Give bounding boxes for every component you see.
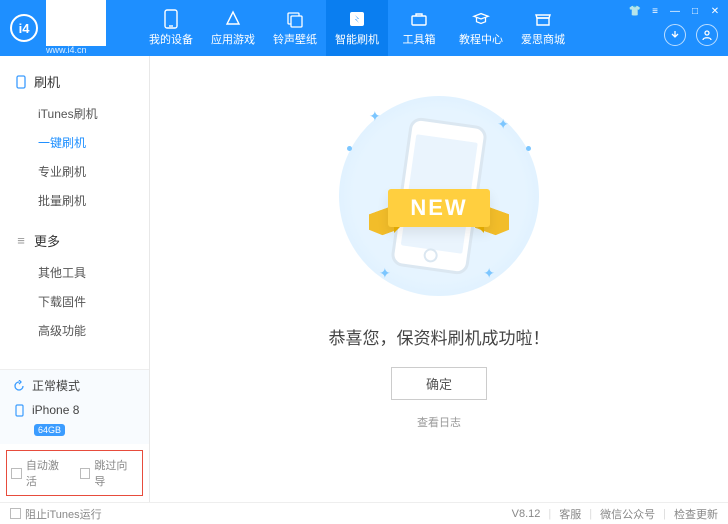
success-message: 恭喜您，保资料刷机成功啦！ [329,324,550,349]
sidebar-item-other-tools[interactable]: 其他工具 [0,258,149,287]
sidebar-cat-flash: 刷机 [0,66,149,97]
nav-my-device[interactable]: 我的设备 [140,0,202,56]
sparkle-icon: ✦ [483,265,495,282]
sidebar-item-advanced[interactable]: 高级功能 [0,316,149,345]
device-icon [162,10,180,28]
device-name-row[interactable]: iPhone 8 [0,401,149,424]
nav-tutorial[interactable]: 教程中心 [450,0,512,56]
checkbox-icon [11,468,22,479]
sidebar-item-itunes-flash[interactable]: iTunes刷机 [0,99,149,128]
storage-badge: 64GB [34,424,65,436]
sidebar-cat-more: ≡ 更多 [0,225,149,256]
phone-icon [14,75,28,89]
window-controls: 👕 ≡ — □ ✕ [628,4,722,18]
titlebar: i4 爱思助手 www.i4.cn 我的设备 应用游戏 铃声壁纸 智能刷机 工具… [0,0,728,56]
apps-icon [224,10,242,28]
nav-smart-flash[interactable]: 智能刷机 [326,0,388,56]
sidebar-item-pro-flash[interactable]: 专业刷机 [0,157,149,186]
skip-guide-checkbox[interactable]: 跳过向导 [80,457,139,489]
tshirt-icon[interactable]: 👕 [628,4,642,18]
sparkle-icon: ✦ [497,116,509,133]
service-link[interactable]: 客服 [559,506,581,522]
device-name-label: iPhone 8 [32,403,79,417]
account-icons [664,24,718,46]
more-icon: ≡ [14,234,28,248]
nav-ringtones[interactable]: 铃声壁纸 [264,0,326,56]
device-mode-row[interactable]: 正常模式 [0,370,149,401]
body: 刷机 iTunes刷机 一键刷机 专业刷机 批量刷机 ≡ 更多 其他工具 下载固… [0,56,728,502]
device-small-icon [12,403,26,417]
sparkle-icon: ✦ [379,265,391,282]
checkbox-icon [80,468,91,479]
refresh-icon [12,379,26,393]
tutorial-icon [472,10,490,28]
sidebar-item-oneclick-flash[interactable]: 一键刷机 [0,128,149,157]
store-icon [534,10,552,28]
block-itunes-checkbox[interactable]: 阻止iTunes运行 [10,506,102,522]
minimize-icon[interactable]: — [668,4,682,18]
app-title: 爱思助手 [46,0,106,45]
user-icon[interactable] [696,24,718,46]
auto-activate-checkbox[interactable]: 自动激活 [11,457,70,489]
highlighted-options: 自动激活 跳过向导 [6,450,143,496]
download-icon[interactable] [664,24,686,46]
device-status: 正常模式 iPhone 8 64GB [0,369,149,444]
checkbox-icon [10,508,21,519]
nav-tools[interactable]: 工具箱 [388,0,450,56]
sparkle-icon: ✦ [369,108,381,125]
sidebar-item-download-fw[interactable]: 下载固件 [0,287,149,316]
ok-button[interactable]: 确定 [391,367,487,400]
maximize-icon[interactable]: □ [688,4,702,18]
wechat-link[interactable]: 微信公众号 [600,506,655,522]
menu-icon[interactable]: ≡ [648,4,662,18]
main-panel: ✦ ✦ ✦ ✦ NEW 恭喜您，保资料刷机成功啦！ 确定 查看日志 [150,56,728,502]
device-mode-label: 正常模式 [32,377,80,394]
logo-icon: i4 [10,14,38,42]
version-label: V8.12 [512,508,541,520]
ringtone-icon [286,10,304,28]
top-nav: 我的设备 应用游戏 铃声壁纸 智能刷机 工具箱 教程中心 爱思商城 [140,0,574,56]
success-illustration: ✦ ✦ ✦ ✦ NEW [329,86,549,306]
nav-apps[interactable]: 应用游戏 [202,0,264,56]
sidebar: 刷机 iTunes刷机 一键刷机 专业刷机 批量刷机 ≡ 更多 其他工具 下载固… [0,56,150,502]
footer: 阻止iTunes运行 V8.12 | 客服 | 微信公众号 | 检查更新 [0,502,728,524]
check-update-link[interactable]: 检查更新 [674,506,718,522]
close-icon[interactable]: ✕ [708,4,722,18]
new-ribbon: NEW [388,189,489,227]
flash-icon [348,10,366,28]
toolbox-icon [410,10,428,28]
nav-store[interactable]: 爱思商城 [512,0,574,56]
view-log-link[interactable]: 查看日志 [417,414,461,430]
app-url: www.i4.cn [46,46,106,56]
app-logo: i4 爱思助手 www.i4.cn [10,0,140,55]
sidebar-item-batch-flash[interactable]: 批量刷机 [0,186,149,215]
